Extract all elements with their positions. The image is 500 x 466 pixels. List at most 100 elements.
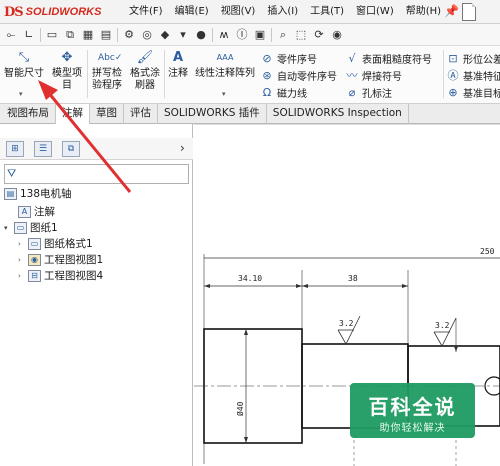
expand-icon[interactable]: ›: [18, 252, 28, 268]
measure-icon[interactable]: ʍ: [217, 28, 231, 42]
tree-sheet-format-label: 图纸格式1: [44, 238, 93, 250]
folder-icon[interactable]: ▣: [253, 28, 267, 42]
tree-item-annotations[interactable]: A 注解: [18, 204, 55, 220]
tab-evaluate[interactable]: 评估: [124, 104, 158, 124]
auto-balloon-button[interactable]: ⊛ 自动零件序号: [260, 67, 337, 83]
hole-callout-icon: ⌀: [348, 85, 356, 99]
palette-icon[interactable]: ◉: [330, 28, 344, 42]
format-painter-button[interactable]: 🖌 格式涂 刷器: [126, 50, 164, 92]
spell-check-button[interactable]: Abc✓ 拼写检 验程序: [88, 50, 126, 92]
tab-addins[interactable]: SOLIDWORKS 插件: [158, 104, 267, 124]
tab-view-layout[interactable]: 视图布局: [1, 104, 56, 124]
tree-root-item[interactable]: ▤ 138电机轴: [4, 186, 72, 202]
info-icon[interactable]: Ⓘ: [235, 28, 249, 42]
tree-item-view1[interactable]: › ◉ 工程图视图1: [18, 252, 103, 268]
menu-edit[interactable]: 编辑(E): [169, 0, 215, 24]
datum-target-icon: ⊕: [448, 85, 458, 99]
tab-inspection[interactable]: SOLIDWORKS Inspection: [267, 104, 409, 124]
layout-icon[interactable]: ▦: [81, 28, 95, 42]
monitor-icon[interactable]: ▭: [45, 28, 59, 42]
arrowhead: [244, 437, 248, 443]
surface-finish-button[interactable]: √ 表面粗糙度符号: [345, 50, 432, 66]
sheet-icon: ▭: [14, 222, 27, 234]
sheet-format-icon: ▭: [28, 238, 41, 250]
menu-file[interactable]: 文件(F): [123, 0, 169, 24]
toolbar-divider: [117, 27, 118, 42]
chevron-down-icon[interactable]: ▾: [19, 90, 23, 98]
smart-dimension-label: 智能尺寸: [4, 68, 44, 79]
datum-feature-button[interactable]: Ⓐ 基准特征: [446, 67, 500, 83]
gtol-button[interactable]: ⊡ 形位公差: [446, 50, 500, 66]
solidworks-logo[interactable]: DS SOLIDWORKS: [4, 4, 101, 20]
linear-pattern-label: 线性注释阵列: [195, 68, 255, 79]
arrowhead: [454, 346, 458, 352]
section-view-icon: ⊟: [28, 270, 41, 282]
sketch-line-icon[interactable]: ⟜: [4, 28, 18, 42]
gtol-label: 形位公差: [463, 54, 500, 66]
target-icon[interactable]: ◎: [140, 28, 154, 42]
chevron-right-icon[interactable]: ›: [180, 141, 185, 155]
tab-sketch[interactable]: 草图: [90, 104, 124, 124]
marker-icon[interactable]: ●: [194, 28, 208, 42]
weld-symbol-button[interactable]: 〰 焊接符号: [345, 67, 403, 83]
menu-insert[interactable]: 插入(I): [261, 0, 304, 24]
menu-tools[interactable]: 工具(T): [304, 0, 350, 24]
pin-icon[interactable]: 📌: [444, 4, 459, 18]
ribbon-divider: [443, 50, 444, 98]
tree-item-view4[interactable]: › ⊟ 工程图视图4: [18, 268, 103, 284]
tree-filter-input[interactable]: ⛛: [4, 164, 189, 184]
menu-view[interactable]: 视图(V): [215, 0, 262, 24]
menu-bar: 文件(F) 编辑(E) 视图(V) 插入(I) 工具(T) 窗口(W) 帮助(H…: [123, 0, 447, 24]
view-toolbar: ⟜ ∟ ▭ ⧉ ▦ ▤ ⚙ ◎ ◆ ▾ ● ʍ Ⓘ ▣ ⌕ ⬚ ⟳ ◉: [0, 24, 500, 46]
hole-callout-button[interactable]: ⌀ 孔标注: [345, 84, 392, 100]
expand-icon[interactable]: ›: [18, 236, 28, 252]
datum-target-button[interactable]: ⊕ 基准目标: [446, 84, 500, 100]
title-bar: DS SOLIDWORKS 文件(F) 编辑(E) 视图(V) 插入(I) 工具…: [0, 0, 500, 24]
menu-help[interactable]: 帮助(H): [400, 0, 447, 24]
panel-tab-bar: ⊞ ☰ ⧉ ›: [0, 138, 193, 160]
note-button[interactable]: A 注释: [165, 50, 191, 80]
menu-window[interactable]: 窗口(W): [350, 0, 400, 24]
select-icon[interactable]: ⬚: [294, 28, 308, 42]
toolbar-divider: [212, 27, 213, 42]
arrowhead: [302, 284, 308, 288]
watermark-title: 百科全说: [368, 395, 457, 419]
model-items-button[interactable]: ✥ 模型项 目: [48, 50, 86, 92]
collapse-icon[interactable]: ▾: [4, 220, 14, 236]
watermark-badge: 百科全说 助你轻松解决: [350, 383, 475, 438]
spell-check-label-2: 验程序: [92, 80, 122, 91]
tree-view1-label: 工程图视图1: [44, 254, 104, 266]
cube-icon[interactable]: ◆: [158, 28, 172, 42]
datum-feature-label: 基准特征: [463, 71, 500, 83]
zoom-icon[interactable]: ⌕: [276, 28, 290, 42]
rotate-icon[interactable]: ⟳: [312, 28, 326, 42]
format-painter-icon: 🖌: [136, 50, 154, 65]
balloon-label: 零件序号: [277, 54, 317, 66]
format-painter-label-2: 刷器: [135, 80, 155, 91]
feature-tree-tab-icon[interactable]: ⊞: [6, 141, 24, 157]
linear-note-pattern-button[interactable]: AAA 线性注释阵列: [192, 50, 258, 80]
property-manager-tab-icon[interactable]: ☰: [34, 141, 52, 157]
tree-view4-label: 工程图视图4: [44, 270, 104, 282]
chevron-down-icon[interactable]: ▾: [222, 90, 226, 98]
app-name: SOLIDWORKS: [25, 6, 102, 18]
balloon-button[interactable]: ⊘ 零件序号: [260, 50, 317, 66]
copy-icon[interactable]: ⧉: [63, 28, 77, 42]
bucket-icon[interactable]: ▾: [176, 28, 190, 42]
ds-logo-mark: DS: [4, 4, 24, 20]
gear-icon[interactable]: ⚙: [122, 28, 136, 42]
smart-dimension-button[interactable]: ⤡ 智能尺寸: [2, 50, 46, 80]
tab-annotation[interactable]: 注解: [56, 104, 90, 124]
tree-item-sheet-format[interactable]: › ▭ 图纸格式1: [18, 236, 93, 252]
arrowhead: [244, 329, 248, 335]
corner-icon[interactable]: ∟: [22, 28, 36, 42]
tree-item-sheet[interactable]: ▾ ▭ 图纸1: [4, 220, 58, 236]
grid-icon[interactable]: ▤: [99, 28, 113, 42]
new-document-icon[interactable]: [462, 3, 476, 21]
expand-icon[interactable]: ›: [18, 268, 28, 284]
toolbar-divider: [40, 27, 41, 42]
config-manager-tab-icon[interactable]: ⧉: [62, 141, 80, 157]
magnetic-line-button[interactable]: Ω 磁力线: [260, 84, 307, 100]
spell-check-icon: Abc✓: [98, 53, 123, 63]
tree-root-label: 138电机轴: [20, 188, 72, 200]
